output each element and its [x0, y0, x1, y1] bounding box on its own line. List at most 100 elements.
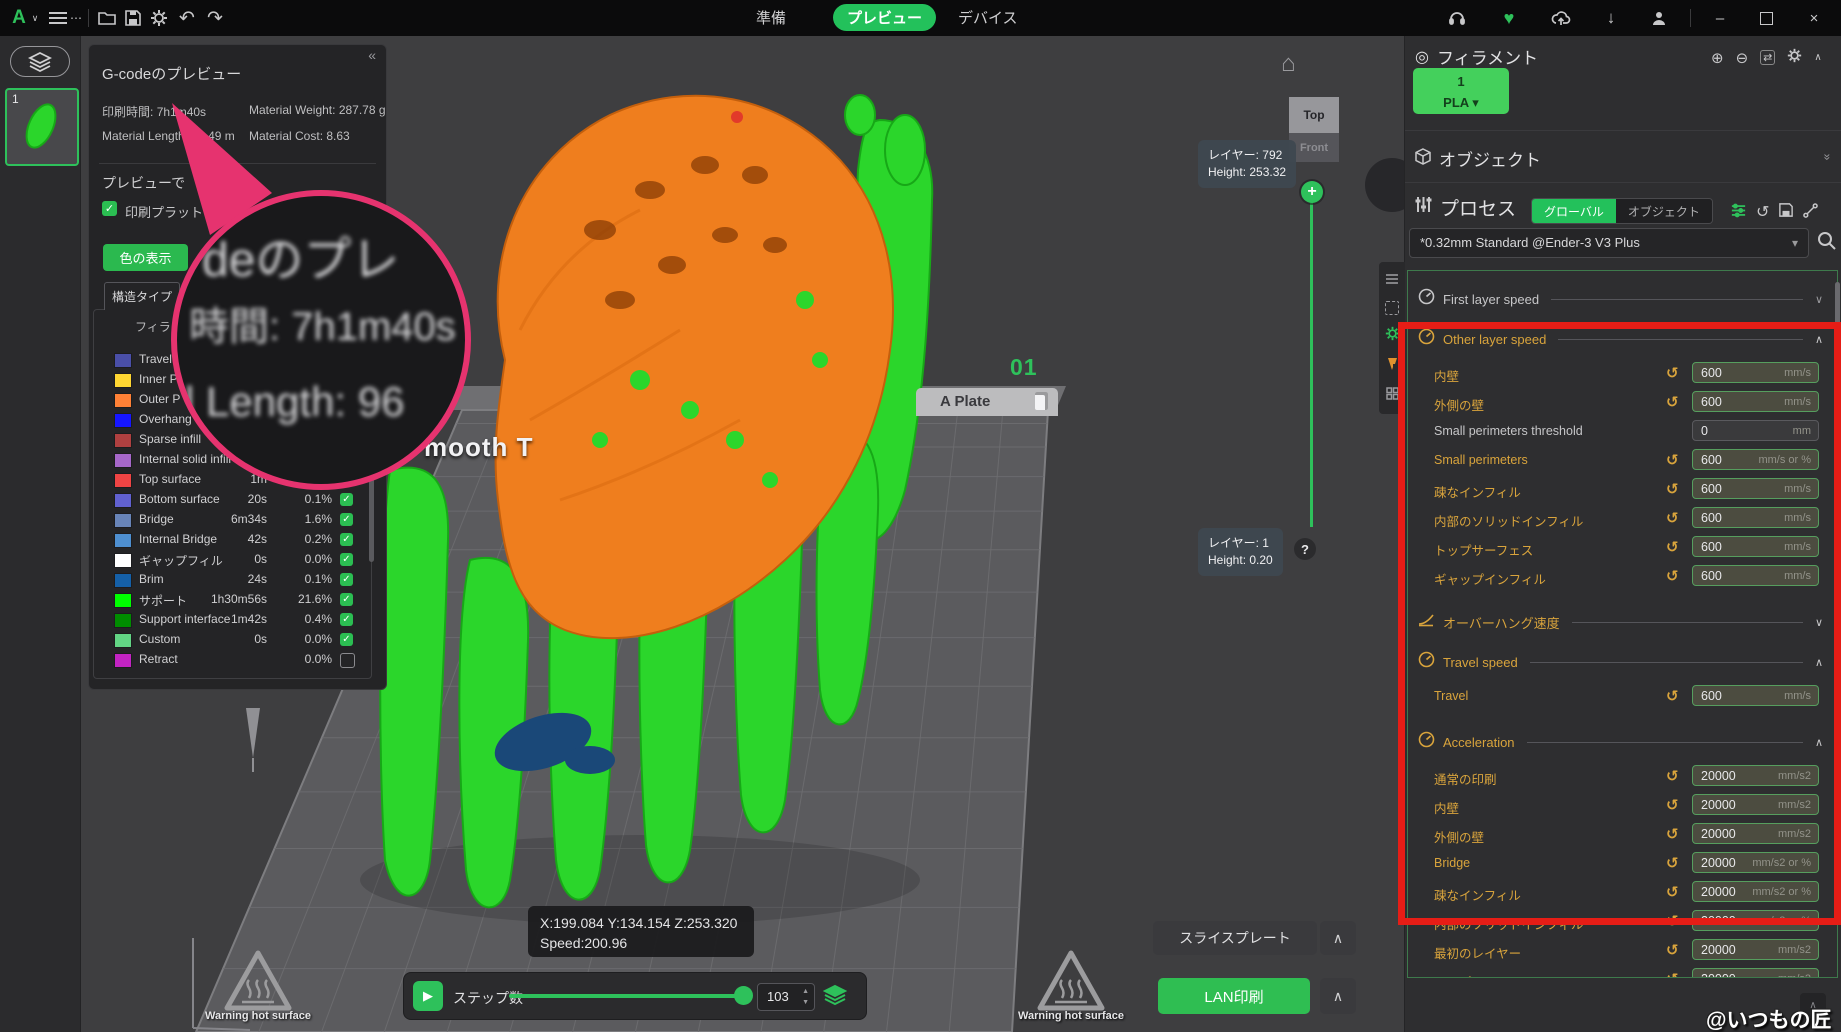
plate-thumbnail[interactable]: 1 [5, 88, 79, 166]
panel-collapse-icon[interactable]: « [368, 47, 376, 63]
help-icon[interactable]: ? [1294, 538, 1316, 560]
tab-structure-type[interactable]: 構造タイプ [104, 282, 180, 310]
window-minimize-button[interactable]: – [1700, 0, 1740, 36]
reset-value-icon[interactable]: ↺ [1666, 941, 1679, 959]
layer-slider-handle[interactable]: + [1301, 181, 1323, 203]
setting-input[interactable]: 0 mm [1692, 420, 1819, 441]
reset-value-icon[interactable]: ↺ [1666, 567, 1679, 585]
layers-toggle-icon[interactable] [823, 984, 847, 1011]
reset-value-icon[interactable]: ↺ [1666, 687, 1679, 705]
reset-value-icon[interactable]: ↺ [1666, 912, 1679, 930]
setting-input[interactable]: 600 mm/s [1692, 536, 1819, 557]
filament-settings-gear-icon[interactable] [1787, 48, 1802, 67]
legend-visibility-checkbox[interactable] [340, 653, 355, 668]
legend-visibility-checkbox[interactable]: ✓ [340, 613, 353, 626]
window-close-button[interactable]: × [1794, 0, 1834, 36]
legend-visibility-checkbox[interactable]: ✓ [340, 393, 353, 406]
category-speed-icon[interactable] [1385, 326, 1400, 346]
reset-value-icon[interactable]: ↺ [1666, 364, 1679, 382]
setting-input[interactable]: 600 mm/s [1692, 478, 1819, 499]
favorites-heart-icon[interactable]: ♥ [1496, 0, 1522, 36]
advanced-params-icon[interactable] [1731, 203, 1746, 222]
reset-value-icon[interactable]: ↺ [1666, 854, 1679, 872]
legend-visibility-checkbox[interactable]: ✓ [340, 513, 353, 526]
setting-input[interactable]: 600 mm/s [1692, 565, 1819, 586]
legend-scrollbar[interactable] [369, 296, 374, 562]
undo-icon[interactable]: ↶ [174, 0, 200, 36]
settings-gear-icon[interactable] [146, 0, 172, 36]
redo-icon[interactable]: ↷ [202, 0, 228, 36]
reset-history-icon[interactable]: ↺ [1756, 202, 1769, 222]
legend-visibility-checkbox[interactable]: ✓ [340, 533, 353, 546]
step-value-input[interactable]: 103 ▲▼ [757, 983, 815, 1011]
reset-value-icon[interactable]: ↺ [1666, 451, 1679, 469]
setting-input[interactable]: 20000 mm/s2 [1692, 765, 1819, 786]
tab-device[interactable]: デバイス [944, 4, 1032, 31]
reset-value-icon[interactable]: ↺ [1666, 480, 1679, 498]
layer-slider-track[interactable] [1310, 192, 1313, 527]
view-cube-top-face[interactable]: Top [1289, 97, 1339, 133]
menu-more-icon[interactable]: ⋯ [68, 0, 84, 36]
logo-dropdown-icon[interactable]: ∨ [29, 0, 41, 36]
setting-input[interactable]: 20000 mm/s2 or % [1692, 852, 1819, 873]
sync-filament-icon[interactable]: ⇄ [1760, 50, 1775, 65]
expand-objects-icon[interactable]: » [1820, 154, 1834, 161]
color-scheme-button[interactable]: 色の表示 [103, 244, 188, 271]
setting-input[interactable]: 600 mm/s or % [1692, 449, 1819, 470]
legend-visibility-checkbox[interactable]: ✓ [340, 553, 353, 566]
window-maximize-button[interactable] [1746, 0, 1786, 36]
legend-visibility-checkbox[interactable]: ✓ [340, 453, 353, 466]
tab-prepare[interactable]: 準備 [742, 4, 800, 31]
category-quality-icon[interactable] [1385, 272, 1399, 290]
flow-calibration-icon[interactable] [1803, 203, 1818, 222]
reset-value-icon[interactable]: ↺ [1666, 825, 1679, 843]
step-slider-track[interactable] [509, 994, 749, 998]
lan-print-button[interactable]: LAN印刷 [1158, 978, 1310, 1014]
setting-input[interactable]: 20000 mm/s2 or % [1692, 881, 1819, 902]
setting-input[interactable]: 20000 mm/s2 or % [1692, 910, 1819, 931]
settings-section-header[interactable]: オーバーハング速度 ∨ [1408, 602, 1837, 642]
legend-visibility-checkbox[interactable]: ✓ [340, 573, 353, 586]
preset-dropdown[interactable]: *0.32mm Standard @Ender-3 V3 Plus ▾ [1409, 228, 1809, 258]
cloud-upload-icon[interactable] [1548, 0, 1574, 36]
setting-input[interactable]: 20000 mm/s2 [1692, 823, 1819, 844]
reset-value-icon[interactable]: ↺ [1666, 883, 1679, 901]
plate-name-tab[interactable]: A Plate [916, 388, 1058, 416]
tab-filament[interactable]: フィラ [135, 318, 171, 335]
setting-input[interactable]: 600 mm/s [1692, 362, 1819, 383]
platform-checkbox[interactable]: ✓ [102, 201, 117, 216]
settings-section-header[interactable]: First layer speed ∨ [1408, 279, 1837, 319]
play-button[interactable]: ▶ [413, 981, 443, 1011]
remove-filament-icon[interactable]: ⊖ [1736, 49, 1749, 67]
toggle-object[interactable]: オブジェクト [1616, 199, 1712, 223]
save-icon[interactable] [120, 0, 146, 36]
legend-visibility-checkbox[interactable]: ✓ [340, 373, 353, 386]
setting-input[interactable]: 20000 mm/s2 [1692, 794, 1819, 815]
reset-value-icon[interactable]: ↺ [1666, 509, 1679, 527]
category-strength-icon[interactable] [1385, 301, 1399, 315]
category-support-icon[interactable] [1386, 357, 1399, 376]
slice-options-button[interactable]: ∧ [1320, 921, 1356, 955]
chevron-up-icon[interactable]: ∧ [1815, 736, 1823, 749]
reset-value-icon[interactable]: ↺ [1666, 767, 1679, 785]
tab-preview[interactable]: プレビュー [833, 4, 936, 31]
reset-value-icon[interactable]: ↺ [1666, 796, 1679, 814]
filament-slot-button[interactable]: 1 PLA ▾ [1413, 68, 1509, 114]
step-slider-knob[interactable] [734, 986, 753, 1005]
home-view-icon[interactable]: ⌂ [1281, 50, 1296, 78]
legend-visibility-checkbox[interactable]: ✓ [340, 473, 353, 486]
reset-value-icon[interactable]: ↺ [1666, 393, 1679, 411]
chevron-down-icon[interactable]: ∨ [1815, 293, 1823, 306]
legend-visibility-checkbox[interactable]: ✓ [340, 433, 353, 446]
settings-section-header[interactable]: Acceleration ∧ [1408, 722, 1837, 762]
support-headset-icon[interactable] [1444, 0, 1470, 36]
toggle-global[interactable]: グローバル [1532, 199, 1616, 223]
setting-input[interactable]: 20000 mm/s2 [1692, 968, 1819, 978]
user-account-icon[interactable] [1646, 0, 1672, 36]
search-preset-icon[interactable] [1816, 230, 1838, 257]
legend-visibility-checkbox[interactable]: ✓ [340, 633, 353, 646]
chevron-up-icon[interactable]: ∧ [1815, 656, 1823, 669]
print-options-button[interactable]: ∧ [1320, 978, 1356, 1014]
slice-plate-button[interactable]: スライスプレート [1153, 921, 1317, 955]
step-spinner[interactable]: ▲▼ [802, 986, 809, 1008]
